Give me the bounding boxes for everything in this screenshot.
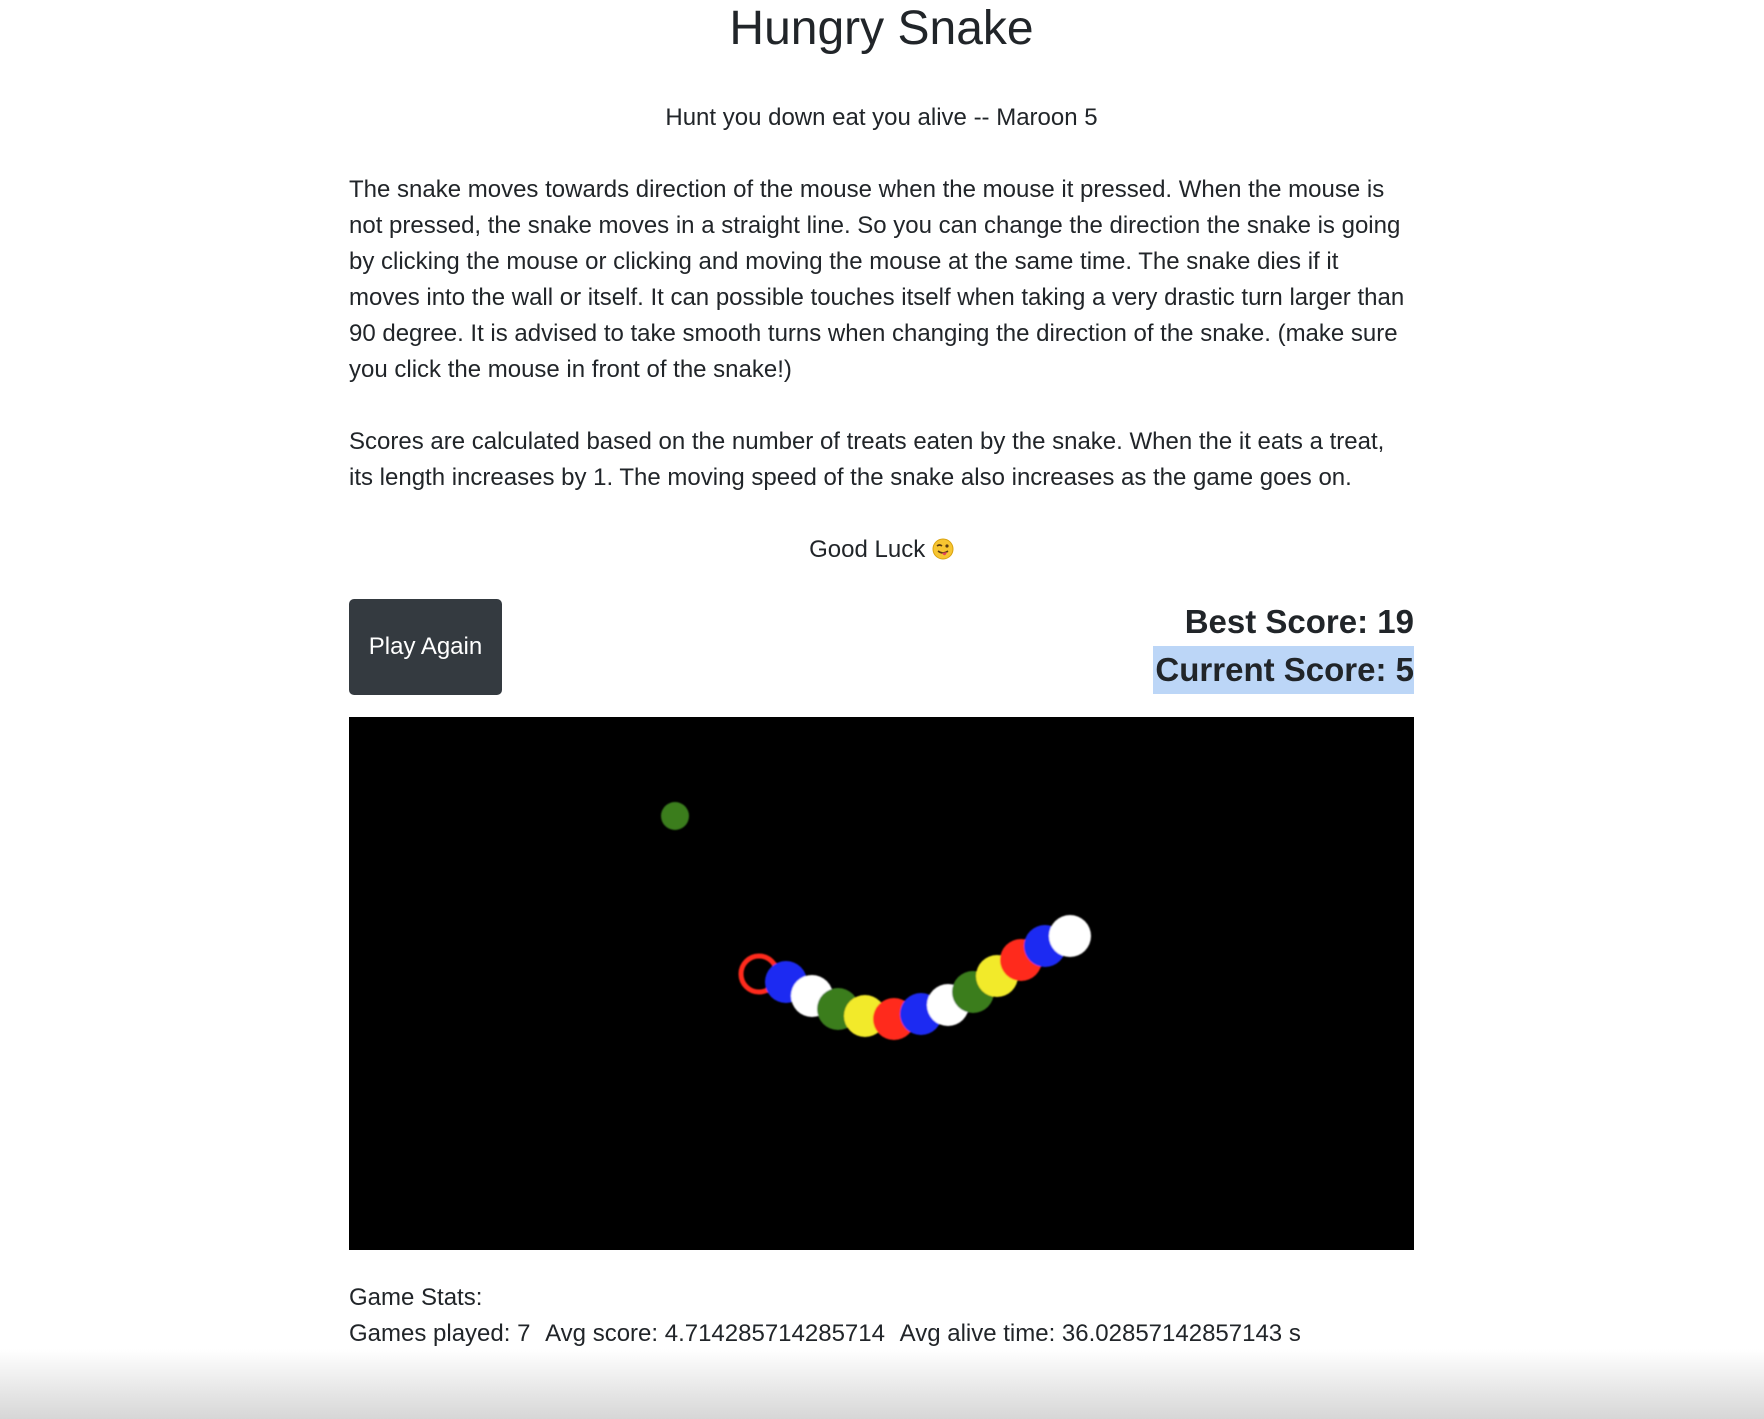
current-score: Current Score: 5 [1153, 646, 1414, 694]
page-title: Hungry Snake [729, 2, 1034, 55]
good-luck-text: Good Luck [809, 536, 926, 563]
winking-face-with-tongue-icon [932, 538, 954, 560]
scoring-paragraph: Scores are calculated based on the numbe… [349, 428, 1385, 491]
good-luck-line: Good Luck [349, 534, 1414, 566]
play-again-button[interactable]: Play Again [349, 599, 502, 695]
games-played: Games played: 7 [349, 1320, 531, 1347]
avg-alive-time: Avg alive time: 36.02857142857143 s [899, 1320, 1301, 1347]
game-board[interactable] [349, 717, 1414, 1250]
page: Hungry Snake Hunt you down eat you alive… [0, 0, 1764, 1419]
treat [661, 802, 689, 830]
quote-text: Hunt you down eat you alive -- Maroon 5 [665, 104, 1098, 131]
snake [738, 915, 1091, 1040]
stats-heading: Game Stats: [349, 1284, 483, 1311]
avg-score: Avg score: 4.714285714285714 [545, 1320, 885, 1347]
bottom-shadow [0, 1349, 1764, 1419]
best-score: Best Score: 19 [1184, 603, 1414, 640]
snake-head [1049, 915, 1091, 957]
scoreboard: Best Score: 19 Current Score: 5 [1153, 598, 1414, 694]
instructions-paragraph: The snake moves towards direction of the… [349, 176, 1405, 383]
stats-line: Games played: 7 Avg score: 4.71428571428… [349, 1316, 1414, 1352]
game-canvas[interactable] [349, 717, 1414, 1250]
game-stats: Game Stats: Games played: 7 Avg score: 4… [349, 1280, 1414, 1352]
